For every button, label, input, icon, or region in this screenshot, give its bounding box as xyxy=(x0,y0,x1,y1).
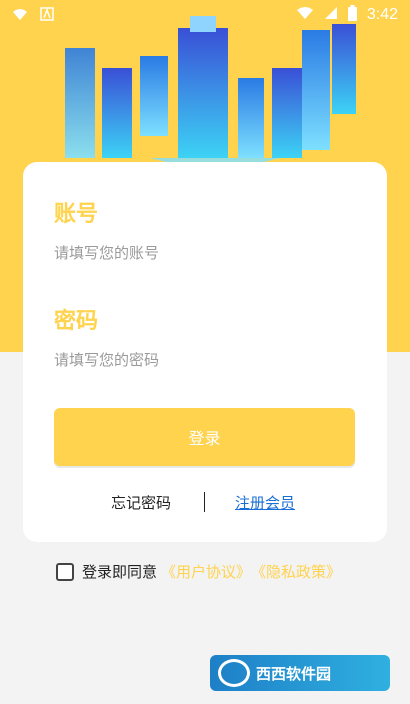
login-button[interactable]: 登录 xyxy=(54,408,355,466)
watermark-logo-icon xyxy=(218,659,250,687)
watermark-text: 西西软件园 xyxy=(256,664,332,683)
forgot-password-link[interactable]: 忘记密码 xyxy=(111,492,171,513)
user-agreement-link[interactable]: 《用户协议》 xyxy=(161,561,251,582)
agreement-text: 登录即同意 xyxy=(82,563,158,581)
status-time: 3:42 xyxy=(366,6,398,23)
agreement-row: 登录即同意 《用户协议》 《隐私政策》 xyxy=(56,561,341,582)
password-label: 密码 xyxy=(54,309,99,334)
register-link[interactable]: 注册会员 xyxy=(235,492,295,513)
agreement-checkbox[interactable] xyxy=(56,562,74,581)
login-card: 账号 密码 登录 忘记密码 注册会员 xyxy=(23,162,387,542)
link-divider xyxy=(204,492,205,512)
watermark-logo: 西西软件园 xyxy=(210,655,390,691)
account-label: 账号 xyxy=(54,202,99,227)
password-input[interactable] xyxy=(54,347,344,373)
city-illustration xyxy=(65,16,356,168)
wifi-icon xyxy=(12,7,28,25)
account-input[interactable] xyxy=(54,240,344,266)
privacy-policy-link[interactable]: 《隐私政策》 xyxy=(251,561,341,582)
auth-links: 忘记密码 注册会员 xyxy=(23,492,387,516)
